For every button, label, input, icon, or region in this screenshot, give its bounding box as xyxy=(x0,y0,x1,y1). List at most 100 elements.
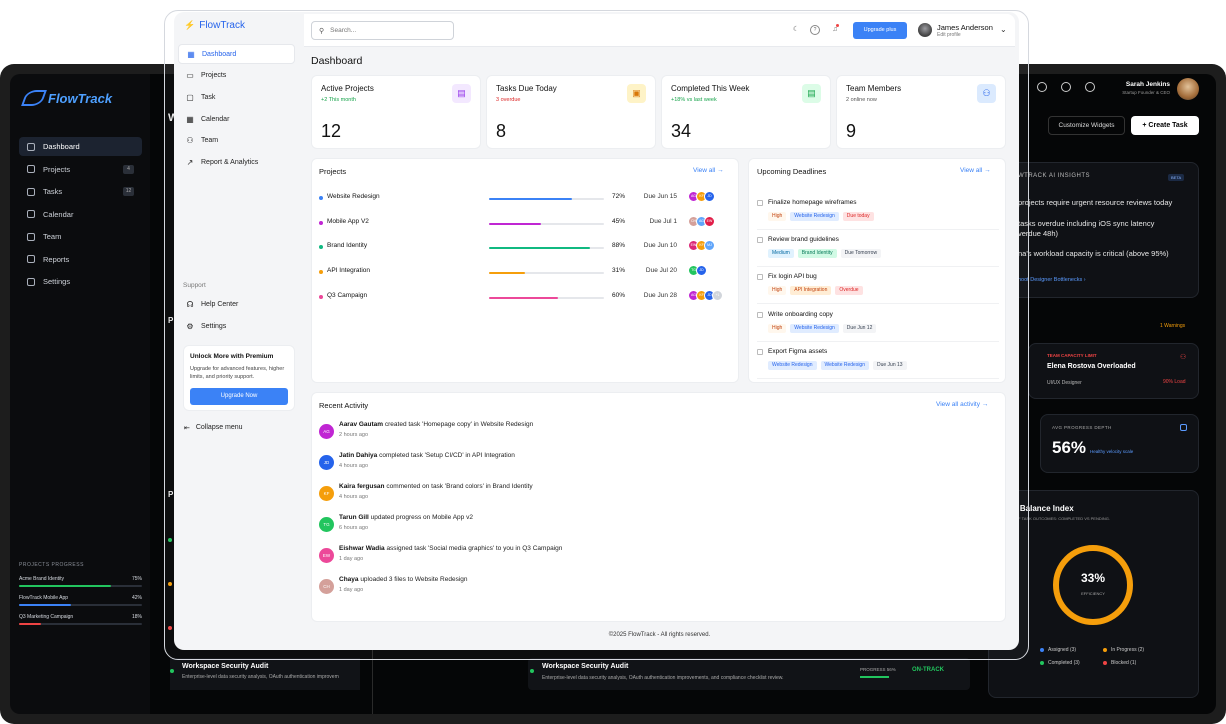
collapse-menu-button[interactable]: ⇤ Collapse menu xyxy=(184,424,243,432)
project-avatars: EW KF MJ xyxy=(688,240,715,252)
count-badge: 4 xyxy=(123,164,134,174)
stat-icon: ⚇ xyxy=(977,84,996,103)
balance-sub: OF TASK OUTCOMES: COMPLETED VS PENDING. xyxy=(1015,516,1110,521)
sidebar-item-projects[interactable]: ▭ Projects xyxy=(178,66,295,86)
deadline-item[interactable]: Review brand guidelines Medium Brand Ident… xyxy=(757,233,999,268)
sun-icon[interactable] xyxy=(1037,82,1047,92)
team-icon: ⚇ xyxy=(1180,354,1187,361)
clock-icon[interactable] xyxy=(1085,82,1095,92)
project-avatars: TG JD xyxy=(688,265,707,277)
background-nav-label: Calendar xyxy=(43,209,74,219)
moon-icon[interactable]: ☾ xyxy=(791,25,801,35)
deadline-item[interactable]: Export Figma assets Website Redesign Websi… xyxy=(757,345,999,379)
sidebar-item-label: Projects xyxy=(201,72,227,80)
activity-actor: Tarun Gill xyxy=(339,514,369,521)
deadline-item[interactable]: Fix login API bug High API Integration Over… xyxy=(757,270,999,305)
stat-value: 34 xyxy=(671,121,692,141)
activity-time: 4 hours ago xyxy=(339,494,369,500)
project-progress-bar xyxy=(489,222,604,225)
deadline-item[interactable]: Write onboarding copy High Website Redesig… xyxy=(757,308,999,342)
activity-item: JD Jatin Dahiya completed task 'Setup CI/… xyxy=(319,452,919,480)
deadline-item[interactable]: Finalize homepage wireframes High Website … xyxy=(757,196,999,230)
project-percent: 45% xyxy=(612,217,626,225)
activity-action: uploaded 3 files to Website Redesign xyxy=(358,576,468,583)
background-nav-item-settings[interactable]: Settings xyxy=(19,272,142,291)
team-icon: ⚇ xyxy=(186,136,194,146)
project-name: Q3 Campaign xyxy=(327,291,368,299)
collapse-label: Collapse menu xyxy=(195,424,243,431)
activity-item: KF Kaira fergusan commented on task 'Bran… xyxy=(319,483,919,511)
projects-progress-pct: 18% xyxy=(131,614,142,620)
deadline-tags: High Website Redesign Due Jun 12 xyxy=(768,323,877,333)
bell-icon[interactable] xyxy=(1061,82,1071,92)
background-nav-label: Projects xyxy=(43,164,71,174)
security-status: ON-TRACK xyxy=(912,667,944,673)
premium-title: Unlock More with Premium xyxy=(190,353,274,360)
sidebar-item-settings[interactable]: ⚙ Settings xyxy=(178,316,295,336)
create-task-button[interactable]: + Create Task xyxy=(1131,116,1199,135)
activity-time: 4 hours ago xyxy=(339,463,369,469)
activity-text: Chaya uploaded 3 files to Website Redesi… xyxy=(339,576,468,583)
user-name[interactable]: James Anderson xyxy=(937,23,993,32)
stat-card: Tasks Due Today 3 overdue 8 ▣ xyxy=(486,75,656,149)
background-nav-item-projects[interactable]: Projects 4 xyxy=(19,160,142,179)
activity-text: Kaira fergusan commented on task 'Brand … xyxy=(339,483,533,490)
activity-view-all-link[interactable]: View all activity → xyxy=(936,401,988,408)
capacity-name: Elena Rostova Overloaded xyxy=(1047,363,1136,370)
activity-action: assigned task 'Social media graphics' to… xyxy=(384,545,563,552)
activity-actor: Jatin Dahiya xyxy=(339,452,378,459)
search-input[interactable] xyxy=(330,27,441,34)
project-row[interactable]: Mobile App V2 45% Due Jul 1 CH AG EW xyxy=(319,215,729,230)
project-row[interactable]: Brand Identity 88% Due Jun 10 EW KF MJ xyxy=(319,240,729,254)
project-row[interactable]: API Integration 31% Due Jul 20 TG JD xyxy=(319,265,729,279)
activity-time: 1 day ago xyxy=(339,556,364,562)
deadline-checkbox[interactable] xyxy=(757,274,763,281)
projects-view-all-link[interactable]: View all → xyxy=(693,167,724,174)
capacity-role: UI/UX Designer xyxy=(1047,380,1082,386)
projects-progress-item: Q3 Marketing Campaign 18% xyxy=(19,614,142,625)
deadline-tag: Website Redesign xyxy=(790,212,839,221)
background-nav-item-calendar[interactable]: Calendar xyxy=(19,205,142,224)
stat-card: Active Projects +2 This month 12 ▤ xyxy=(311,75,481,149)
sidebar-item-calendar[interactable]: ▦ Calendar xyxy=(178,109,295,129)
deadline-checkbox[interactable] xyxy=(757,200,763,206)
project-row[interactable]: Website Redesign 72% Due Jun 15 AG KF JD xyxy=(319,191,729,205)
project-progress-bar xyxy=(489,272,604,275)
customize-widgets-button[interactable]: Customize Widgets xyxy=(1048,116,1125,135)
background-nav-item-tasks[interactable]: Tasks 12 xyxy=(19,182,142,201)
avatar[interactable] xyxy=(918,23,932,37)
search-box[interactable]: ⚲ xyxy=(311,21,454,40)
chevron-down-icon[interactable]: ⌄ xyxy=(1000,25,1007,34)
upgrade-now-button[interactable]: Upgrade Now xyxy=(190,388,288,405)
sidebar-item-help-center[interactable]: ☊ Help Center xyxy=(178,294,295,314)
background-nav-item-team[interactable]: Team xyxy=(19,227,142,246)
legend-item: Completed (3) xyxy=(1040,660,1080,666)
background-user[interactable]: Sarah Jenkins Startup Founder & CEO xyxy=(1100,81,1170,95)
deadline-checkbox[interactable] xyxy=(757,311,763,318)
projects-progress-row: Acme Brand Identity 75% xyxy=(19,576,142,582)
stat-sub: +18% vs last week xyxy=(671,97,717,103)
deadline-checkbox[interactable] xyxy=(757,237,763,244)
status-dot xyxy=(170,669,174,673)
background-nav-item-dashboard[interactable]: Dashboard xyxy=(19,137,142,156)
progress-track xyxy=(19,623,142,625)
project-row[interactable]: Q3 Campaign 60% Due Jun 28 AG KF JD +1 xyxy=(319,289,729,304)
grid-icon: ▦ xyxy=(187,49,195,59)
upgrade-plus-button[interactable]: Upgrade plus xyxy=(853,22,907,39)
ai-insight-line: tasks overdue including iOS sync latency xyxy=(1018,219,1155,228)
background-nav-label: Tasks xyxy=(43,187,63,196)
edit-profile-link[interactable]: Edit profile xyxy=(937,32,961,38)
app-logo[interactable]: ⚡ FlowTrack xyxy=(184,20,245,31)
progress-fill xyxy=(19,585,112,587)
sidebar-item-team[interactable]: ⚇ Team xyxy=(178,131,295,151)
deadlines-view-all-link[interactable]: View all → xyxy=(960,167,991,174)
help-icon[interactable]: ? xyxy=(810,25,820,35)
sidebar-item-task[interactable]: ▢ Task xyxy=(178,87,295,107)
sidebar-item-report-analytics[interactable]: ↗ Report & Analytics xyxy=(178,153,295,173)
sidebar-item-dashboard[interactable]: ▦ Dashboard xyxy=(178,44,295,64)
activity-time: 2 hours ago xyxy=(339,432,369,438)
avatar[interactable] xyxy=(1177,78,1199,100)
projects-progress-pct: 75% xyxy=(131,576,142,582)
deadline-checkbox[interactable] xyxy=(757,348,763,355)
background-nav-item-reports[interactable]: Reports xyxy=(19,250,142,269)
